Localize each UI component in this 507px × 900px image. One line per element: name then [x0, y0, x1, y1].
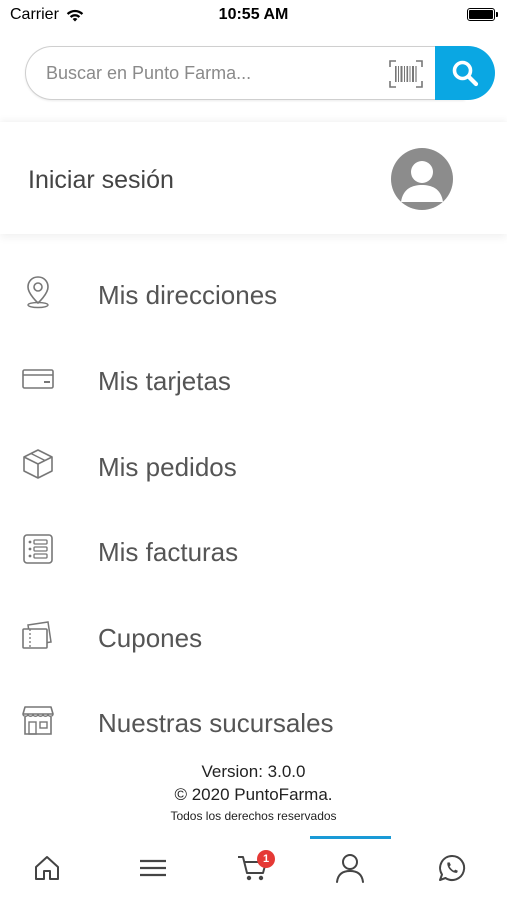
tab-whatsapp[interactable]: [402, 836, 502, 900]
menu-label-stores: Nuestras sucursales: [98, 708, 334, 738]
invoice-list-icon: [23, 534, 53, 564]
search-field-container: [25, 46, 465, 100]
tab-home[interactable]: [0, 836, 97, 900]
menu-item-cards[interactable]: Mis tarjetas: [0, 340, 507, 410]
user-icon: [336, 854, 364, 883]
status-time: 10:55 AM: [218, 6, 289, 23]
store-icon: [22, 706, 54, 735]
location-pin-icon: [27, 276, 49, 309]
package-box-icon: [23, 449, 53, 479]
search-bar: [25, 46, 495, 100]
hamburger-menu-icon: [140, 859, 166, 877]
user-avatar-icon[interactable]: [391, 148, 453, 210]
battery-icon: [467, 8, 498, 21]
menu-label-cards: Mis tarjetas: [98, 366, 231, 396]
rights-text: Todos los derechos reservados: [170, 809, 337, 823]
search-input[interactable]: [46, 47, 376, 99]
menu-label-orders: Mis pedidos: [98, 452, 237, 482]
menu-item-orders[interactable]: Mis pedidos: [0, 426, 507, 496]
status-bar: Carrier 10:55 AM: [0, 0, 507, 32]
tab-cart[interactable]: 1: [203, 836, 303, 900]
bottom-tab-bar: 1: [0, 836, 507, 900]
login-row[interactable]: Iniciar sesión: [0, 122, 507, 234]
app-info: Version: 3.0.0 © 2020 PuntoFarma. Todos …: [0, 760, 507, 826]
coupon-icon: [22, 621, 52, 649]
tab-account[interactable]: [300, 836, 400, 900]
barcode-scan-icon[interactable]: [389, 60, 423, 88]
menu-label-invoices: Mis facturas: [98, 537, 239, 567]
menu-item-coupons[interactable]: Cupones: [0, 597, 507, 667]
menu-label-addresses: Mis direcciones: [98, 280, 278, 310]
cart-count-badge: 1: [257, 850, 275, 868]
copyright-text: © 2020 PuntoFarma.: [174, 785, 333, 804]
menu-item-invoices[interactable]: Mis facturas: [0, 511, 507, 581]
whatsapp-icon: [439, 854, 466, 881]
home-icon: [35, 856, 59, 880]
search-icon: [452, 60, 479, 87]
credit-card-icon: [22, 369, 54, 389]
menu-item-stores[interactable]: Nuestras sucursales: [0, 682, 507, 752]
login-label: Iniciar sesión: [28, 166, 174, 194]
menu-label-coupons: Cupones: [98, 623, 203, 653]
tab-menu[interactable]: [103, 836, 203, 900]
menu-item-addresses[interactable]: Mis direcciones: [0, 254, 507, 324]
app-version: Version: 3.0.0: [201, 762, 306, 781]
search-button[interactable]: [435, 46, 495, 100]
